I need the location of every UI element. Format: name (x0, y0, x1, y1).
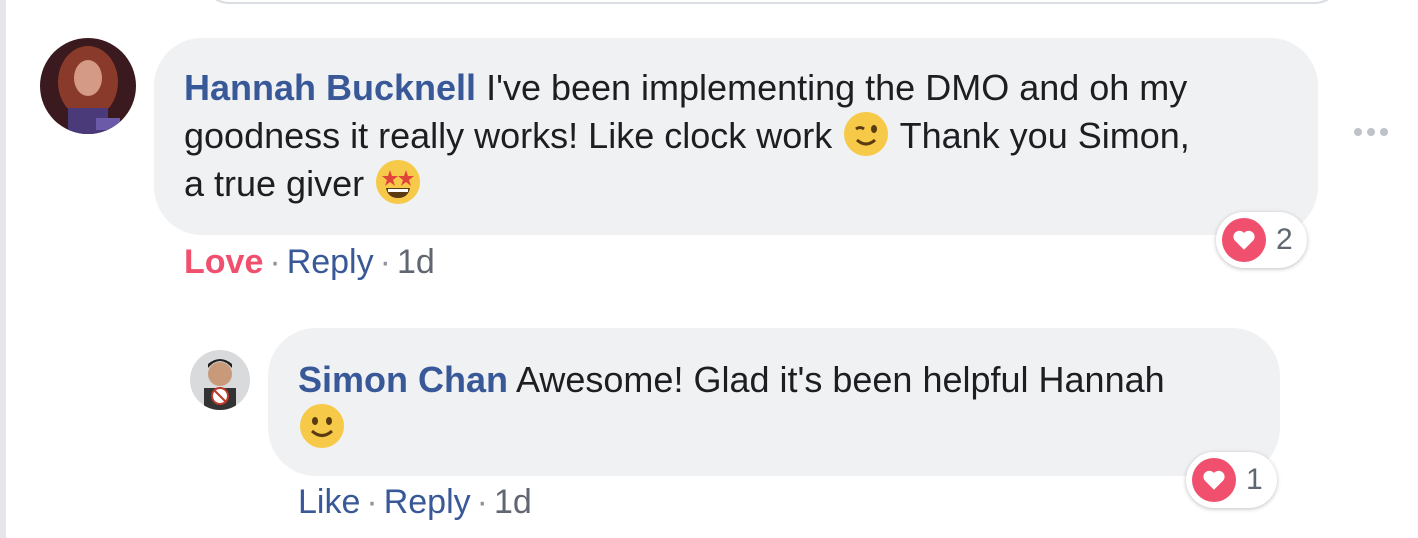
heart-icon (1222, 218, 1266, 262)
comment-text-line3: a true giver (184, 163, 365, 204)
smiling-face-icon (298, 402, 346, 450)
reply-actions: Like · Reply · 1d (298, 482, 532, 522)
reaction-count: 1 (1246, 463, 1263, 496)
like-button[interactable]: Like (298, 483, 360, 521)
more-options-icon[interactable] (1354, 122, 1390, 142)
reaction-count: 2 (1276, 223, 1293, 256)
comment-text-line2: goodness it really works! Like clock wor… (184, 115, 833, 156)
timestamp-link[interactable]: 1d (397, 243, 435, 281)
avatar[interactable] (40, 38, 136, 134)
timestamp-link[interactable]: 1d (494, 483, 532, 521)
reaction-summary[interactable]: 1 (1186, 452, 1277, 508)
winking-face-icon (842, 110, 890, 158)
heart-icon (1192, 458, 1236, 502)
separator: · (366, 483, 378, 521)
reply-button[interactable]: Reply (384, 483, 471, 521)
reaction-summary[interactable]: 2 (1216, 212, 1307, 268)
comment-bubble: Hannah Bucknell I've been implementing t… (154, 38, 1318, 235)
love-reaction-button[interactable]: Love (184, 243, 263, 281)
separator: · (269, 243, 281, 281)
comment-author-link[interactable]: Hannah Bucknell (184, 67, 476, 108)
reply-author-link[interactable]: Simon Chan (298, 359, 508, 400)
star-struck-face-icon (374, 158, 422, 206)
previous-card-edge (200, 0, 1344, 4)
thread-border (0, 0, 6, 538)
reply-button[interactable]: Reply (287, 243, 374, 281)
comment-text-line2b: Thank you Simon, (890, 115, 1190, 156)
avatar[interactable] (190, 350, 250, 410)
reply-text-line1: Awesome! Glad it's been helpful Hannah (508, 359, 1165, 400)
comment-text-line1: I've been implementing the DMO and oh my (476, 67, 1188, 108)
comment-actions: Love · Reply · 1d (184, 242, 435, 282)
separator: · (379, 243, 391, 281)
comment-text: Hannah Bucknell I've been implementing t… (184, 64, 1288, 208)
reply-bubble: Simon Chan Awesome! Glad it's been helpf… (268, 328, 1280, 476)
reply-text: Simon Chan Awesome! Glad it's been helpf… (298, 356, 1250, 452)
separator: · (476, 483, 488, 521)
